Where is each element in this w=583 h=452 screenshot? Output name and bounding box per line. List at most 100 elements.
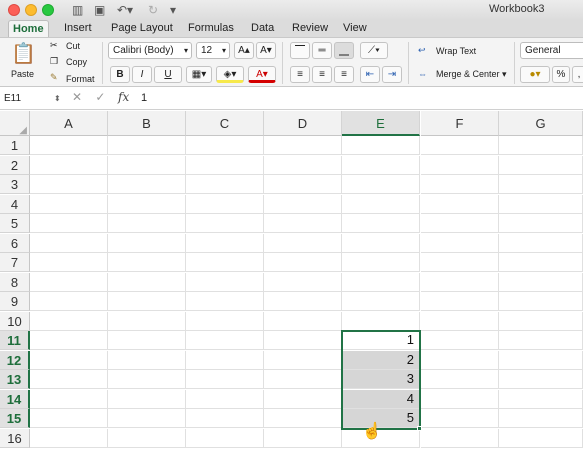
cell-d7[interactable] [264, 253, 342, 272]
cell-f2[interactable] [421, 155, 499, 175]
stepper-icon[interactable]: ⬍ [54, 91, 61, 107]
cell-a8[interactable] [30, 272, 108, 292]
tab-formulas[interactable]: Formulas [184, 20, 238, 37]
cell-g5[interactable] [499, 214, 583, 233]
cell-e10[interactable] [342, 311, 420, 331]
cell-d8[interactable] [264, 272, 342, 292]
font-color-button[interactable]: A▾ [248, 66, 276, 83]
comma-style-button[interactable]: , [572, 66, 583, 83]
row-header-13[interactable]: 13 [0, 370, 30, 389]
cell-g1[interactable] [499, 136, 583, 155]
cell-d11[interactable] [264, 331, 342, 350]
cell-g8[interactable] [499, 272, 583, 292]
cell-c1[interactable] [186, 136, 264, 155]
bold-button[interactable]: B [110, 66, 130, 83]
spreadsheet-grid[interactable]: ◢ A B C D E F G 1 2 3 4 5 6 7 8 9 10 11 1 12 2 13 3 14 4 15 5 16 [0, 111, 583, 452]
cell-d12[interactable] [264, 350, 342, 370]
cell-e12[interactable]: 2 [342, 350, 420, 370]
fill-color-button[interactable]: ◈▾ [216, 66, 244, 83]
cell-f4[interactable] [421, 194, 499, 214]
scissors-icon[interactable]: ✂ [50, 40, 58, 51]
underline-button[interactable]: U [154, 66, 182, 83]
cell-a4[interactable] [30, 194, 108, 214]
cell-f5[interactable] [421, 214, 499, 233]
cell-a12[interactable] [30, 350, 108, 370]
undo-icon[interactable]: ↶▾ [117, 2, 133, 18]
select-all-corner[interactable]: ◢ [0, 111, 30, 136]
cell-f13[interactable] [421, 370, 499, 389]
tab-page-layout[interactable]: Page Layout [107, 20, 177, 37]
cell-g15[interactable] [499, 409, 583, 428]
cell-e7[interactable] [342, 253, 420, 272]
align-left-button[interactable]: ≡ [290, 66, 310, 83]
column-header-a[interactable]: A [30, 111, 108, 136]
cell-d16[interactable] [264, 428, 342, 448]
borders-button[interactable]: ▦▾ [186, 66, 212, 83]
cell-e1[interactable] [342, 136, 420, 155]
align-bottom-button[interactable]: ⎽ [334, 42, 354, 59]
format-painter-icon[interactable]: ✎ [50, 72, 58, 83]
align-top-button[interactable]: ⎺ [290, 42, 310, 59]
accounting-format-button[interactable]: ●▾ [520, 66, 550, 83]
font-size-dropdown[interactable]: 12 ▾ [196, 42, 230, 59]
cell-c8[interactable] [186, 272, 264, 292]
row-header-5[interactable]: 5 [0, 214, 30, 233]
cell-c16[interactable] [186, 428, 264, 448]
cell-f8[interactable] [421, 272, 499, 292]
align-right-button[interactable]: ≡ [334, 66, 354, 83]
cell-d15[interactable] [264, 409, 342, 428]
italic-button[interactable]: I [132, 66, 152, 83]
cell-c7[interactable] [186, 253, 264, 272]
cell-f6[interactable] [421, 233, 499, 253]
cell-f12[interactable] [421, 350, 499, 370]
minimize-window-button[interactable] [25, 4, 37, 16]
cell-e5[interactable] [342, 214, 420, 233]
cell-a11[interactable] [30, 331, 108, 350]
increase-font-size-button[interactable]: A▴ [234, 42, 254, 59]
cell-b14[interactable] [108, 389, 186, 409]
cell-a13[interactable] [30, 370, 108, 389]
row-header-10[interactable]: 10 [0, 311, 30, 331]
cell-c3[interactable] [186, 175, 264, 194]
cell-d6[interactable] [264, 233, 342, 253]
cell-e2[interactable] [342, 155, 420, 175]
cell-g11[interactable] [499, 331, 583, 350]
customize-toolbar-icon[interactable]: ▾ [170, 2, 176, 18]
cell-a1[interactable] [30, 136, 108, 155]
insert-function-button[interactable]: fx [118, 90, 129, 104]
cell-g3[interactable] [499, 175, 583, 194]
column-header-g[interactable]: G [499, 111, 583, 136]
cell-c12[interactable] [186, 350, 264, 370]
cell-f9[interactable] [421, 292, 499, 311]
row-header-9[interactable]: 9 [0, 292, 30, 311]
cell-b12[interactable] [108, 350, 186, 370]
cell-d5[interactable] [264, 214, 342, 233]
row-header-3[interactable]: 3 [0, 175, 30, 194]
cell-b16[interactable] [108, 428, 186, 448]
row-header-2[interactable]: 2 [0, 155, 30, 175]
cell-a14[interactable] [30, 389, 108, 409]
zoom-window-button[interactable] [42, 4, 54, 16]
cell-a2[interactable] [30, 155, 108, 175]
cell-g4[interactable] [499, 194, 583, 214]
cell-g13[interactable] [499, 370, 583, 389]
fill-handle[interactable] [417, 425, 422, 431]
tab-review[interactable]: Review [288, 20, 332, 37]
cell-c10[interactable] [186, 311, 264, 331]
cell-c2[interactable] [186, 155, 264, 175]
cell-b11[interactable] [108, 331, 186, 350]
row-header-1[interactable]: 1 [0, 136, 30, 155]
copy-icon[interactable]: ❐ [50, 56, 58, 67]
tab-data[interactable]: Data [247, 20, 278, 37]
save-icon[interactable]: ▣ [94, 2, 105, 18]
cell-d2[interactable] [264, 155, 342, 175]
column-header-e[interactable]: E [342, 111, 420, 136]
cell-f10[interactable] [421, 311, 499, 331]
formula-input[interactable]: 1 [141, 92, 147, 104]
cell-e6[interactable] [342, 233, 420, 253]
cell-d14[interactable] [264, 389, 342, 409]
cell-c6[interactable] [186, 233, 264, 253]
cell-a5[interactable] [30, 214, 108, 233]
cell-b10[interactable] [108, 311, 186, 331]
number-format-dropdown[interactable]: General [520, 42, 583, 59]
